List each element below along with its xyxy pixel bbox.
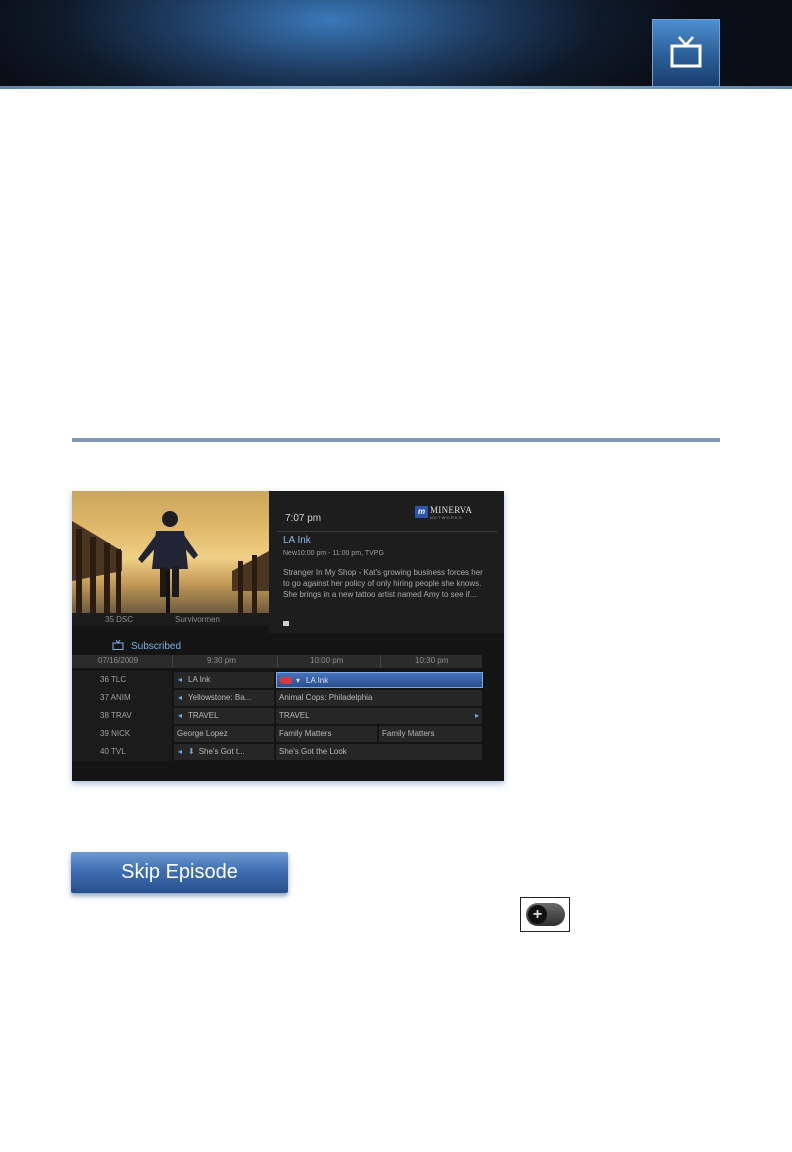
program-cell[interactable]: Family Matters: [379, 726, 482, 742]
filter-label: Subscribed: [131, 641, 182, 652]
program-cell[interactable]: She's Got the Look: [276, 744, 482, 760]
plus-key-icon: +: [520, 897, 570, 932]
time-slot-2: 10:00 pm: [310, 656, 344, 665]
program-cell[interactable]: Animal Cops: Philadelphia: [276, 690, 482, 706]
preview-program: Survivormen: [175, 615, 220, 624]
channel-label: 40 TVL: [72, 743, 172, 761]
program-cell[interactable]: ◂ Yellowstone: Ba...: [174, 690, 274, 706]
program-cell[interactable]: ◂ LA Ink: [174, 672, 274, 688]
fence-left: [72, 521, 122, 613]
program-cell[interactable]: George Lopez: [174, 726, 274, 742]
program-description: Stranger In My Shop - Kat's growing busi…: [283, 568, 483, 599]
time-slot-1: 9:30 pm: [207, 656, 236, 665]
guide-row[interactable]: 39 NICK George Lopez Family Matters Fami…: [72, 725, 482, 743]
recording-icon: ⬇: [188, 747, 195, 756]
guide-date: 07/16/2009: [98, 656, 139, 665]
chevron-right-icon: ▸: [474, 711, 479, 720]
preview-channel: 35 DSC: [105, 615, 134, 624]
program-cell[interactable]: ◂ ⬇ She's Got t...: [174, 744, 274, 760]
guide-row[interactable]: 40 TVL ◂ ⬇ She's Got t... She's Got the Lo…: [72, 743, 482, 761]
program-cell[interactable]: TRAVEL ▸: [276, 708, 482, 724]
channel-label: 37 ANIM: [72, 689, 172, 707]
video-preview: [72, 491, 269, 613]
program-meta: New10:00 pm - 11:00 pm, TVPG: [283, 550, 384, 557]
guide-row[interactable]: 36 TLC ◂ LA Ink ▾ LA Ink: [72, 671, 483, 689]
preview-caption: 35 DSC Survivormen: [72, 613, 269, 626]
program-info-panel: 7:07 pm m MINERVA NETWORKS LA Ink New10:…: [269, 491, 504, 633]
channel-label: 36 TLC: [72, 671, 172, 689]
section-divider: [72, 438, 720, 442]
tv-icon: [652, 19, 720, 87]
filter-bar: Subscribed: [72, 636, 504, 655]
tv-icon: [112, 640, 124, 650]
time-bar: 07/16/2009 9:30 pm 10:00 pm 10:30 pm: [72, 655, 482, 668]
cyclist-silhouette: [138, 511, 198, 613]
channel-label: 38 TRAV: [72, 707, 172, 725]
info-separator: [277, 531, 497, 532]
guide-row[interactable]: 37 ANIM ◂ Yellowstone: Ba... Animal Cops:…: [72, 689, 482, 707]
program-guide-screenshot: 35 DSC Survivormen 7:07 pm m MINERVA NET…: [72, 491, 504, 781]
current-time: 7:07 pm: [285, 513, 322, 524]
fence-right: [232, 551, 269, 613]
program-cell[interactable]: ◂ TRAVEL: [174, 708, 274, 724]
record-icon: [280, 677, 292, 685]
program-cell[interactable]: Family Matters: [276, 726, 377, 742]
selected-program-cell[interactable]: ▾ LA Ink: [276, 672, 483, 688]
program-title: LA Ink: [283, 535, 311, 546]
skip-episode-button[interactable]: Skip Episode: [71, 852, 288, 893]
closed-caption-icon: [283, 621, 289, 626]
skip-episode-label: Skip Episode: [121, 861, 238, 883]
minerva-logo: m MINERVA NETWORKS: [415, 505, 475, 521]
channel-label: 39 NICK: [72, 725, 172, 743]
time-slot-3: 10:30 pm: [415, 656, 449, 665]
guide-row[interactable]: 38 TRAV ◂ TRAVEL TRAVEL ▸: [72, 707, 482, 725]
